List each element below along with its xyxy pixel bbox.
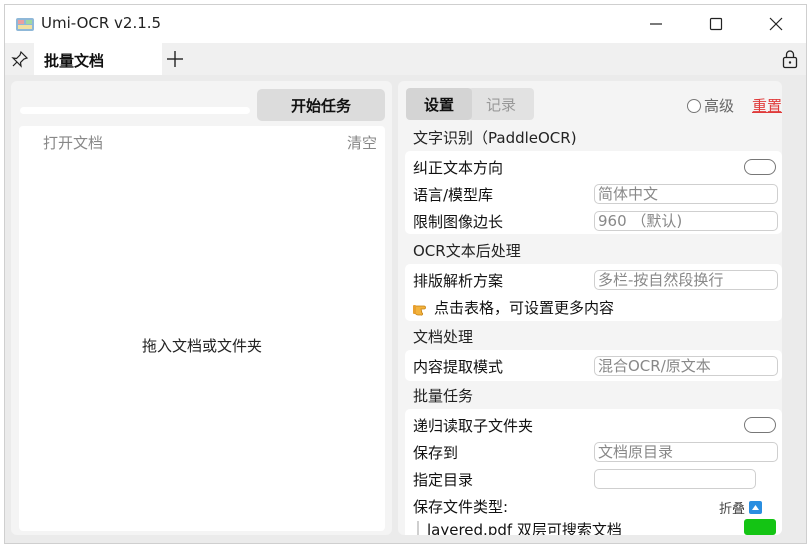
window-title: Umi-OCR v2.1.5 bbox=[41, 14, 162, 32]
main-area: 开始任务 打开文档 清空 拖入文档或文件夹 记录 设置 高级 重置 文字识别（P… bbox=[5, 75, 806, 543]
clear-button[interactable]: 清空 bbox=[347, 132, 377, 153]
custom-dir-input[interactable] bbox=[594, 469, 756, 489]
open-doc-button[interactable]: 打开文档 bbox=[43, 132, 103, 153]
layered-pdf-label: layered.pdf 双层可搜索文档 bbox=[427, 521, 622, 535]
limit-label: 限制图像边长 bbox=[413, 213, 504, 231]
tab-batch-doc[interactable]: 批量文档 bbox=[34, 43, 162, 75]
save-to-label: 保存到 bbox=[413, 444, 459, 462]
extract-label: 内容提取模式 bbox=[413, 358, 504, 376]
close-icon bbox=[769, 17, 783, 31]
language-label: 语言/模型库 bbox=[413, 186, 494, 204]
task-panel: 开始任务 打开文档 清空 拖入文档或文件夹 bbox=[11, 81, 392, 535]
card-post: 排版解析方案 多栏-按自然段换行 点击表格，可设置更多内容 bbox=[405, 264, 782, 321]
table-hint: 点击表格，可设置更多内容 bbox=[413, 297, 614, 318]
tab-label: 批量文档 bbox=[44, 52, 105, 70]
file-types-label: 保存文件类型: bbox=[413, 498, 509, 516]
umi-app-icon bbox=[16, 18, 34, 31]
recurse-switch[interactable] bbox=[744, 417, 776, 433]
title-bar[interactable]: Umi-OCR v2.1.5 bbox=[5, 5, 806, 43]
advanced-toggle[interactable]: 高级 bbox=[687, 95, 734, 116]
pin-icon[interactable] bbox=[11, 50, 29, 68]
layered-pdf-switch[interactable] bbox=[744, 519, 776, 535]
tab-settings[interactable]: 设置 bbox=[406, 88, 472, 120]
tab-records[interactable]: 记录 bbox=[468, 88, 534, 120]
pointing-hand-icon bbox=[413, 304, 426, 315]
card-doc: 内容提取模式 混合OCR/原文本 bbox=[405, 350, 782, 381]
recurse-label: 递归读取子文件夹 bbox=[413, 417, 534, 435]
progress-bar bbox=[20, 107, 250, 114]
fold-label: 折叠 bbox=[719, 502, 746, 517]
orientation-label: 纠正文本方向 bbox=[413, 159, 504, 177]
close-button[interactable] bbox=[753, 9, 799, 39]
drop-hint: 拖入文档或文件夹 bbox=[141, 337, 262, 355]
minimize-icon bbox=[650, 23, 662, 25]
file-drop-area[interactable]: 打开文档 清空 拖入文档或文件夹 bbox=[19, 126, 385, 531]
orientation-switch[interactable] bbox=[744, 159, 776, 175]
save-to-select[interactable]: 文档原目录 bbox=[594, 442, 778, 462]
custom-dir-label: 指定目录 bbox=[413, 471, 474, 489]
card-ocr: 纠正文本方向 语言/模型库 简体中文 限制图像边长 960 （默认) bbox=[405, 151, 782, 234]
card-batch: 递归读取子文件夹 保存到 文档原目录 指定目录 保存文件类型: 折叠 layer… bbox=[405, 409, 782, 535]
limit-select[interactable]: 960 （默认) bbox=[594, 211, 778, 231]
minimize-button[interactable] bbox=[633, 9, 679, 39]
maximize-button[interactable] bbox=[693, 9, 739, 39]
collapse-icon bbox=[749, 501, 763, 514]
advanced-radio[interactable] bbox=[687, 98, 701, 113]
section-title-post: OCR文本后处理 bbox=[413, 242, 521, 260]
table-hint-text: 点击表格，可设置更多内容 bbox=[434, 299, 615, 317]
lock-icon[interactable] bbox=[781, 49, 799, 69]
layout-label: 排版解析方案 bbox=[413, 272, 504, 290]
settings-panel: 记录 设置 高级 重置 文字识别（PaddleOCR) 纠正文本方向 语言/模型… bbox=[398, 81, 782, 535]
language-select[interactable]: 简体中文 bbox=[594, 184, 778, 204]
indent-bar bbox=[417, 521, 419, 535]
tab-bar: 批量文档 bbox=[5, 43, 806, 75]
maximize-icon bbox=[709, 17, 723, 31]
section-title-batch: 批量任务 bbox=[413, 387, 474, 405]
section-title-ocr: 文字识别（PaddleOCR) bbox=[413, 129, 577, 147]
add-tab-icon[interactable] bbox=[165, 49, 185, 69]
section-title-doc: 文档处理 bbox=[413, 328, 474, 346]
reset-button[interactable]: 重置 bbox=[752, 95, 782, 116]
advanced-label: 高级 bbox=[704, 97, 735, 115]
extract-select[interactable]: 混合OCR/原文本 bbox=[594, 356, 778, 376]
fold-toggle[interactable]: 折叠 bbox=[719, 498, 763, 517]
app-window: Umi-OCR v2.1.5 批量文档 开始任务 打开文档 清空 拖入文档或文件… bbox=[4, 4, 807, 544]
start-task-button[interactable]: 开始任务 bbox=[257, 89, 385, 121]
layout-select[interactable]: 多栏-按自然段换行 bbox=[594, 270, 778, 290]
